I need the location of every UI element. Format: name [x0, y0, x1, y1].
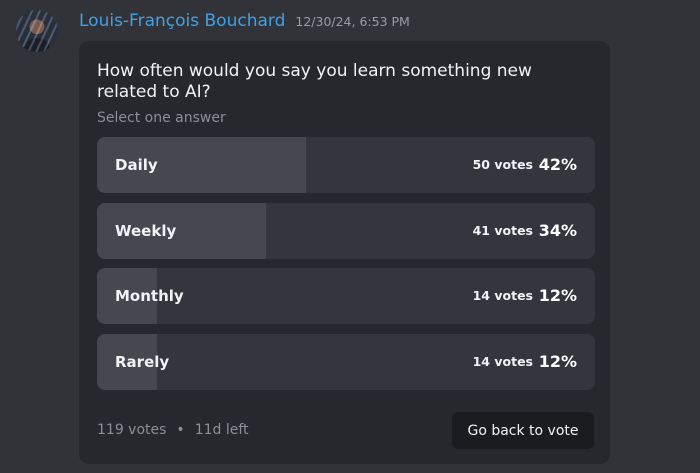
- poll-option-label: Weekly: [115, 222, 177, 240]
- poll-option-votes: 14 votes: [472, 288, 533, 303]
- poll-option-rarely[interactable]: Rarely 14 votes 12%: [97, 334, 595, 390]
- poll-option-votes: 50 votes: [472, 157, 533, 172]
- poll-total-votes: 119 votes: [97, 422, 167, 438]
- poll-time-left: 11d left: [194, 422, 249, 438]
- poll-option-label: Monthly: [115, 287, 184, 305]
- poll-option-label: Daily: [115, 156, 158, 174]
- poll-footer: 119 votes • 11d left: [97, 422, 249, 438]
- poll-option-percent: 42%: [538, 155, 577, 174]
- message-header: Louis-François Bouchard 12/30/24, 6:53 P…: [79, 11, 410, 31]
- poll-instruction: Select one answer: [97, 110, 226, 126]
- poll-option-votes: 14 votes: [472, 354, 533, 369]
- poll-card: How often would you say you learn someth…: [79, 41, 610, 464]
- poll-option-percent: 12%: [538, 286, 577, 305]
- poll-option-votes: 41 votes: [472, 223, 533, 238]
- go-back-to-vote-button[interactable]: Go back to vote: [452, 412, 594, 449]
- poll-option-percent: 34%: [538, 221, 577, 240]
- poll-option-percent: 12%: [538, 352, 577, 371]
- poll-question: How often would you say you learn someth…: [97, 61, 532, 102]
- poll-option-daily[interactable]: Daily 50 votes 42%: [97, 137, 595, 193]
- footer-separator: •: [176, 422, 185, 438]
- author-avatar[interactable]: [16, 10, 58, 52]
- poll-option-weekly[interactable]: Weekly 41 votes 34%: [97, 203, 595, 259]
- poll-option-label: Rarely: [115, 353, 170, 371]
- author-name[interactable]: Louis-François Bouchard: [79, 11, 285, 31]
- message-timestamp: 12/30/24, 6:53 PM: [295, 14, 410, 29]
- avatar-background-pattern: [16, 10, 58, 52]
- poll-option-monthly[interactable]: Monthly 14 votes 12%: [97, 268, 595, 324]
